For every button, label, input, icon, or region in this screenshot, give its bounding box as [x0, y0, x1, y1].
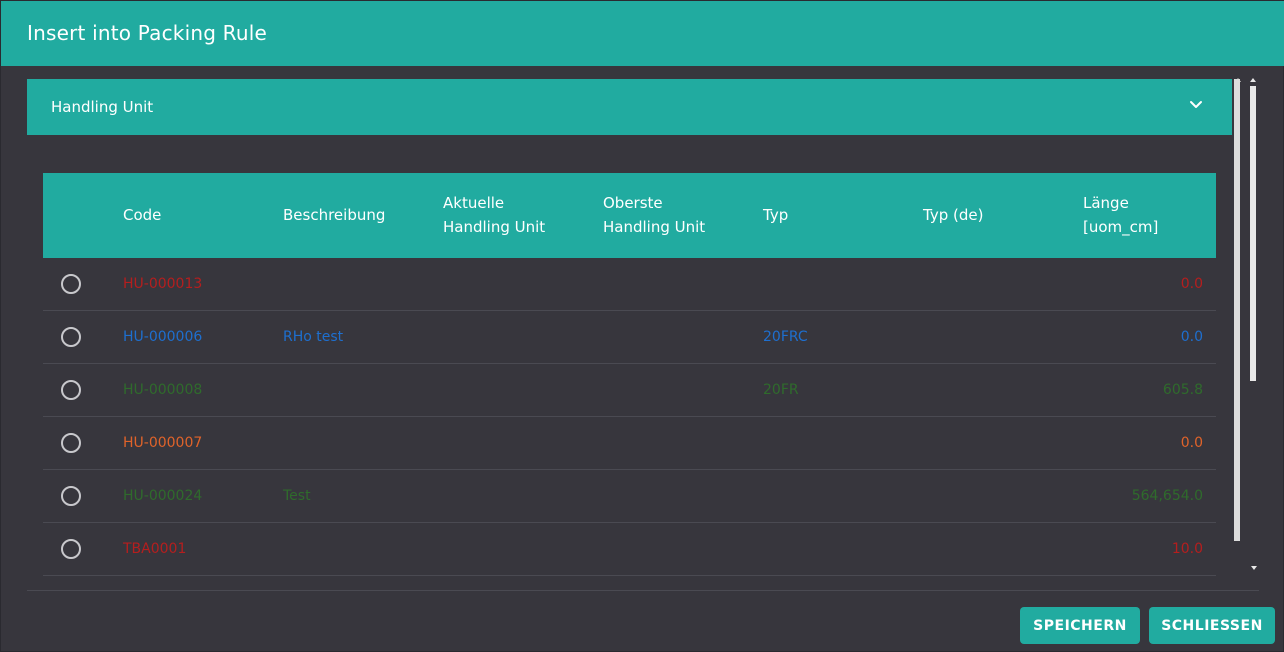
col-header-aktuelle-line1[interactable]: Aktuelle	[443, 191, 504, 215]
col-header-oberste-line1[interactable]: Oberste	[603, 191, 663, 215]
cell-typ: 20FR	[763, 382, 799, 398]
table-row[interactable]: HU-000008 20FR 605.8	[43, 364, 1216, 417]
col-header-aktuelle-line2[interactable]: Handling Unit	[443, 215, 545, 239]
cell-laenge: 0.0	[1180, 276, 1203, 292]
table-row[interactable]: HU-000024 Test 564,654.0	[43, 470, 1216, 523]
cell-code: HU-000007	[123, 435, 203, 451]
cell-code: HU-000024	[123, 488, 203, 504]
col-header-code[interactable]: Code	[123, 203, 161, 227]
col-header-beschreibung[interactable]: Beschreibung	[283, 203, 385, 227]
cell-code: HU-000006	[123, 329, 203, 345]
table-header: Code Beschreibung Aktuelle Handling Unit…	[43, 173, 1216, 258]
inner-scrollbar[interactable]	[1234, 79, 1240, 541]
insert-packing-rule-dialog: Insert into Packing Rule Handling Unit C…	[0, 0, 1284, 652]
dialog-header: Insert into Packing Rule	[1, 1, 1284, 66]
radio-unselected-icon[interactable]	[61, 486, 81, 506]
table-row[interactable]: HU-000007 0.0	[43, 417, 1216, 470]
radio-unselected-icon[interactable]	[61, 433, 81, 453]
radio-unselected-icon[interactable]	[61, 274, 81, 294]
scroll-down-arrow-icon[interactable]	[1251, 566, 1257, 570]
save-button[interactable]: SPEICHERN	[1020, 607, 1140, 644]
cell-beschreibung: RHo test	[283, 329, 344, 345]
handling-unit-panel-header[interactable]: Handling Unit	[27, 79, 1232, 135]
col-header-laenge-line1[interactable]: Länge	[1083, 191, 1129, 215]
outer-scrollbar[interactable]	[1250, 86, 1256, 381]
col-header-laenge-line2[interactable]: [uom_cm]	[1083, 215, 1158, 239]
cell-code: TBA0001	[123, 541, 187, 557]
footer-divider	[27, 590, 1259, 591]
table-row[interactable]: HU-000006 RHo test 20FRC 0.0	[43, 311, 1216, 364]
radio-unselected-icon[interactable]	[61, 380, 81, 400]
col-header-oberste-line2[interactable]: Handling Unit	[603, 215, 705, 239]
cell-laenge: 0.0	[1180, 329, 1203, 345]
cell-code: HU-000013	[123, 276, 203, 292]
cell-laenge: 10.0	[1171, 541, 1203, 557]
cell-beschreibung: Test	[283, 488, 311, 504]
col-header-typ[interactable]: Typ	[763, 203, 788, 227]
cell-typ: 20FRC	[763, 329, 808, 345]
scroll-up-arrow-icon[interactable]	[1250, 78, 1256, 82]
radio-unselected-icon[interactable]	[61, 327, 81, 347]
panel-title: Handling Unit	[51, 98, 154, 116]
table-row[interactable]: TBA0001 10.0	[43, 523, 1216, 576]
cell-laenge: 0.0	[1180, 435, 1203, 451]
dialog-content: Handling Unit Code Beschreibung Aktuelle…	[1, 66, 1284, 591]
table-row[interactable]: HU-000013 0.0	[43, 258, 1216, 311]
col-header-typ-de[interactable]: Typ (de)	[923, 203, 983, 227]
dialog-title: Insert into Packing Rule	[27, 21, 268, 45]
cell-laenge: 605.8	[1162, 382, 1203, 398]
close-button[interactable]: SCHLIESSEN	[1149, 607, 1275, 644]
cell-laenge: 564,654.0	[1131, 488, 1203, 504]
chevron-down-icon[interactable]	[1188, 97, 1204, 113]
cell-code: HU-000008	[123, 382, 203, 398]
handling-unit-table: Code Beschreibung Aktuelle Handling Unit…	[43, 173, 1216, 576]
radio-unselected-icon[interactable]	[61, 539, 81, 559]
